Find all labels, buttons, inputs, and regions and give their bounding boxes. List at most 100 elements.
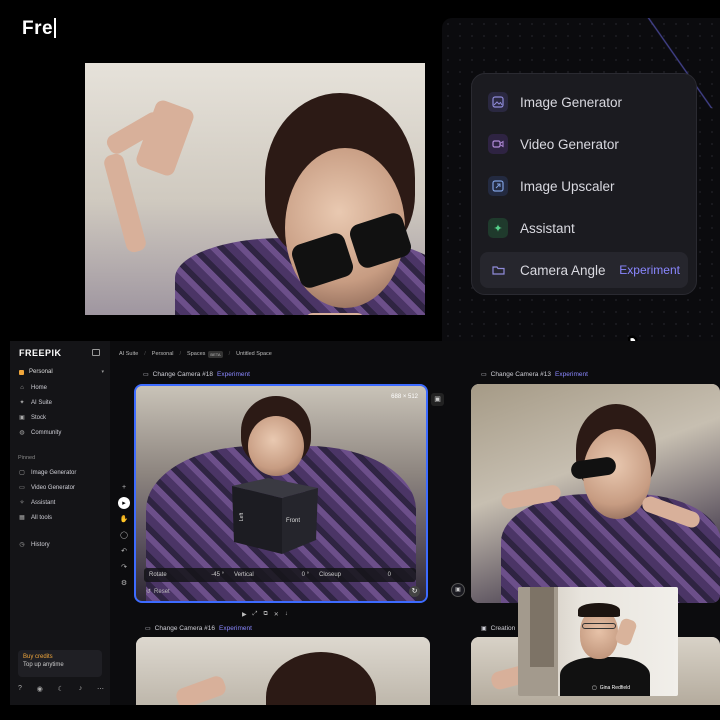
sidebar-item-stock[interactable]: ▣ Stock bbox=[10, 410, 110, 425]
help-icon[interactable]: ? bbox=[18, 685, 22, 693]
typed-text: Fre bbox=[22, 18, 54, 39]
reset-icon: ↺ bbox=[146, 589, 152, 595]
node-toolbar: ▶ ⤢ ⧉ ✕ ↓ bbox=[242, 611, 288, 618]
menu-label: Assistant bbox=[520, 220, 575, 236]
beta-badge: BETA bbox=[208, 350, 223, 358]
settings-icon[interactable]: ⚙ bbox=[118, 577, 130, 589]
sidebar-item-community[interactable]: ◍ Community bbox=[10, 425, 110, 440]
stock-icon: ▣ bbox=[19, 415, 25, 421]
history-icon: ◷ bbox=[19, 542, 25, 548]
cube-label-left: Left bbox=[239, 512, 246, 522]
regenerate-icon[interactable]: ↻ bbox=[409, 586, 420, 597]
chevron-down-icon: ▾ bbox=[101, 369, 104, 375]
sparkle-icon: ✧ bbox=[19, 500, 25, 506]
webcam-name: ▢ Gina Redfield bbox=[592, 685, 631, 691]
menu-item-assistant[interactable]: ✦ Assistant bbox=[480, 210, 688, 246]
image-icon bbox=[488, 92, 508, 112]
sidebar-item-assistant[interactable]: ✧ Assistant bbox=[10, 495, 110, 510]
camera-controls: Rotate -45 ° Vertical 0 ° Closeup 0 bbox=[144, 568, 416, 582]
node-16-image[interactable] bbox=[136, 637, 430, 705]
workspace-selector[interactable]: Personal ▾ bbox=[16, 366, 104, 378]
redo-icon[interactable]: ↷ bbox=[118, 561, 130, 573]
menu-label: Image Upscaler bbox=[520, 178, 615, 194]
rotate-value[interactable]: -45 ° bbox=[194, 572, 224, 578]
breadcrumb-item[interactable]: AI Suite bbox=[119, 351, 138, 357]
globe-icon: ◍ bbox=[19, 430, 25, 436]
sidebar-item-history[interactable]: ◷ History bbox=[10, 537, 110, 552]
buy-credits-subtitle: Top up anytime bbox=[23, 662, 64, 668]
play-icon[interactable]: ▶ bbox=[242, 611, 247, 618]
node-13-image[interactable] bbox=[471, 384, 720, 603]
sidebar-item-all-tools[interactable]: ▦ All tools bbox=[10, 510, 110, 525]
hero-photo bbox=[85, 63, 425, 315]
tool-rail: + ▸ ✋ ◯ ↶ ↷ ⚙ bbox=[117, 481, 131, 601]
bell-icon[interactable]: ♪ bbox=[79, 685, 83, 693]
image-output-icon[interactable]: ▣ bbox=[431, 393, 444, 406]
folder-icon: ▭ bbox=[143, 372, 149, 378]
menu-item-video-generator[interactable]: Video Generator bbox=[480, 126, 688, 162]
folder-icon: ▭ bbox=[481, 372, 487, 378]
expand-icon[interactable]: ⤢ bbox=[253, 611, 258, 618]
select-icon[interactable]: ▸ bbox=[118, 497, 130, 509]
hand-icon[interactable]: ✋ bbox=[118, 513, 130, 525]
menu-label: Image Generator bbox=[520, 94, 623, 110]
menu-item-image-upscaler[interactable]: Image Upscaler bbox=[480, 168, 688, 204]
node-title-13: ▭ Change Camera #13 Experiment bbox=[481, 371, 588, 378]
sidebar: FREEPIK Personal ▾ ⌂ Home ✦ AI Suite ▣ Stoc… bbox=[10, 341, 110, 705]
breadcrumb-item[interactable]: Untitled Space bbox=[236, 351, 272, 357]
more-icon[interactable]: ⋯ bbox=[97, 685, 104, 693]
download-icon[interactable]: ↓ bbox=[285, 611, 288, 618]
grid-icon: ▦ bbox=[19, 515, 25, 521]
breadcrumb-item[interactable]: Spaces bbox=[187, 351, 205, 357]
theme-icon[interactable]: ☾ bbox=[58, 685, 64, 693]
workspace-icon bbox=[19, 369, 24, 375]
buy-credits-title: Buy credits bbox=[23, 654, 53, 660]
comment-icon[interactable]: ◯ bbox=[118, 529, 130, 541]
rotate-label: Rotate bbox=[149, 572, 167, 578]
discord-icon[interactable]: ◉ bbox=[37, 685, 43, 693]
home-icon: ⌂ bbox=[20, 384, 24, 391]
sidebar-item-home[interactable]: ⌂ Home bbox=[10, 380, 110, 395]
menu-item-image-generator[interactable]: Image Generator bbox=[480, 84, 688, 120]
pinned-heading: Pinned bbox=[18, 455, 36, 461]
delete-icon[interactable]: ✕ bbox=[274, 611, 279, 618]
video-icon: ▭ bbox=[19, 485, 25, 491]
breadcrumb-item[interactable]: Personal bbox=[152, 351, 174, 357]
tool-menu: Image Generator Video Generator Image Up… bbox=[471, 73, 697, 295]
menu-label: Video Generator bbox=[520, 136, 619, 152]
mic-icon: ▢ bbox=[592, 685, 597, 691]
node-title-18: ▭ Change Camera #18 Experiment bbox=[143, 371, 250, 378]
vertical-label: Vertical bbox=[234, 572, 254, 578]
sidebar-item-image-generator[interactable]: ▢ Image Generator bbox=[10, 465, 110, 480]
menu-item-camera-angle[interactable]: Camera Angle Experiment bbox=[480, 252, 688, 288]
logo[interactable]: FREEPIK bbox=[19, 348, 62, 358]
buy-credits-card[interactable]: Buy credits Top up anytime bbox=[18, 650, 102, 677]
camera-cube[interactable]: Left Front bbox=[228, 474, 320, 556]
sparkle-icon: ✦ bbox=[488, 218, 508, 238]
node-18-image[interactable]: 688 × 512 Left Front Rotate -45 ° Vertic… bbox=[134, 384, 428, 603]
closeup-label: Closeup bbox=[319, 572, 342, 578]
node-title-16: ▭ Change Camera #16 Experiment bbox=[145, 625, 252, 632]
reset-button[interactable]: ↺ Reset bbox=[146, 588, 170, 596]
sparkle-icon: ✦ bbox=[19, 400, 25, 406]
upscale-icon bbox=[488, 176, 508, 196]
video-icon bbox=[488, 134, 508, 154]
undo-icon[interactable]: ↶ bbox=[118, 545, 130, 557]
cube-label-front: Front bbox=[286, 518, 301, 524]
size-label: 688 × 512 bbox=[391, 394, 418, 400]
vertical-value[interactable]: 0 ° bbox=[279, 572, 309, 578]
sidebar-item-video-generator[interactable]: ▭ Video Generator bbox=[10, 480, 110, 495]
node-connector[interactable]: ▣ bbox=[451, 583, 465, 597]
duplicate-icon[interactable]: ⧉ bbox=[263, 611, 267, 618]
add-icon[interactable]: + bbox=[118, 481, 130, 493]
menu-label: Camera Angle bbox=[520, 262, 606, 278]
closeup-value[interactable]: 0 bbox=[379, 572, 391, 578]
sidebar-footer: ? ◉ ☾ ♪ ⋯ bbox=[18, 685, 104, 693]
breadcrumb: AI Suite / Personal / Spaces BETA / Untitle… bbox=[119, 350, 272, 358]
node-title-creation: ▣ Creation bbox=[481, 625, 516, 632]
sidebar-item-ai-suite[interactable]: ✦ AI Suite bbox=[10, 395, 110, 410]
collapse-sidebar-icon[interactable] bbox=[92, 349, 100, 356]
typed-heading: Fre bbox=[22, 18, 56, 40]
folder-icon bbox=[488, 260, 508, 280]
image-icon: ▣ bbox=[481, 626, 487, 632]
